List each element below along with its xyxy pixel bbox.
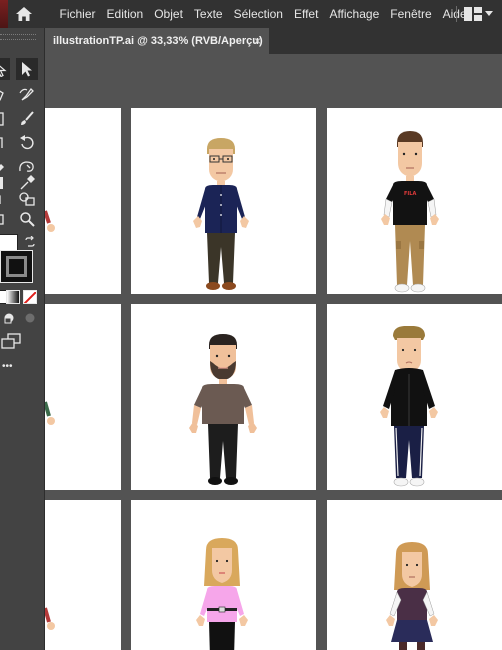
stroke-swatch-inner: [6, 256, 27, 277]
direct-selection-tool[interactable]: [0, 58, 10, 80]
pen-tool[interactable]: [0, 84, 8, 106]
artboard[interactable]: FILA: [327, 108, 502, 294]
document-tab[interactable]: illustrationTP.ai @ 33,33% (RVB/Aperçu) …: [45, 28, 269, 54]
rectangle-tool[interactable]: [0, 108, 8, 130]
more-tools-button[interactable]: •••: [2, 361, 13, 372]
rotate-tool[interactable]: [16, 132, 38, 154]
character-man-black-tshirt: FILA: [381, 131, 439, 293]
draw-normal-mode[interactable]: [0, 309, 20, 327]
tools-panel: •••: [0, 28, 45, 650]
paintbrush-icon: [21, 111, 34, 125]
character-woman-purple-top: [386, 542, 438, 650]
curvature-pen-icon: [19, 87, 34, 101]
draw-mode-icon: [4, 313, 14, 324]
menu-edition[interactable]: Edition: [101, 7, 149, 21]
artboard-tool[interactable]: [0, 208, 8, 230]
menu-fichier[interactable]: Fichier: [54, 7, 101, 21]
scale-tool[interactable]: [0, 132, 8, 154]
rectangle-icon: [0, 112, 4, 126]
direct-selection-icon: [0, 65, 7, 77]
screen-mode-button[interactable]: [0, 331, 24, 351]
partial-figure-arm: [45, 607, 55, 630]
zoom-tool[interactable]: [16, 208, 38, 230]
menu-divider: [456, 6, 457, 22]
canvas[interactable]: FILA: [45, 54, 502, 650]
artboard[interactable]: [327, 500, 502, 650]
menu-fenetre[interactable]: Fenêtre: [385, 7, 437, 21]
blend-icon: [0, 195, 1, 204]
document-tab-title: illustrationTP.ai @ 33,33% (RVB/Aperçu): [53, 35, 263, 47]
menu-affichage[interactable]: Affichage: [324, 7, 385, 21]
draw-inside-icon: [25, 313, 35, 323]
artboard[interactable]: [131, 500, 316, 650]
pen-icon: [0, 90, 4, 101]
curvature-tool[interactable]: [16, 84, 38, 106]
draw-inside-mode[interactable]: [20, 309, 40, 327]
app-logo: [0, 0, 8, 28]
stroke-swatch[interactable]: [0, 250, 33, 283]
selection-tool[interactable]: [16, 58, 38, 80]
panel-grip[interactable]: [0, 34, 36, 40]
menu-texte[interactable]: Texte: [188, 7, 228, 21]
home-button[interactable]: [13, 4, 35, 24]
close-tab-button[interactable]: ×: [254, 34, 261, 48]
partial-figure-arm: [45, 210, 55, 232]
paintbrush-tool[interactable]: [16, 108, 38, 130]
swap-arrows-icon: [25, 235, 35, 247]
none-slash-icon: [24, 291, 36, 303]
menu-objet[interactable]: Objet: [149, 7, 189, 21]
document-tab-bar: illustrationTP.ai @ 33,33% (RVB/Aperçu) …: [45, 28, 502, 54]
zoom-icon: [20, 212, 35, 227]
character-man-black-jacket: [380, 326, 438, 487]
menu-selection[interactable]: Sélection: [228, 7, 288, 21]
artboard[interactable]: [131, 304, 316, 490]
character-blond-man-glasses: [193, 138, 249, 290]
partial-figure-arm: [45, 401, 55, 425]
menu-items: Fichier Edition Objet Texte Sélection Ef…: [54, 0, 472, 28]
screen-mode-icon: [1, 333, 21, 349]
scale-icon: [0, 137, 3, 148]
gradient-mode-button[interactable]: [6, 290, 20, 304]
swap-colors-button[interactable]: [24, 235, 36, 247]
menu-effet[interactable]: Effet: [288, 7, 323, 21]
artboard[interactable]: [327, 304, 502, 490]
workspace-switcher-icon: [464, 7, 482, 21]
rotate-icon: [20, 135, 34, 150]
shape-builder-tool[interactable]: [16, 188, 38, 210]
artboard-icon: [0, 214, 4, 225]
chevron-down-icon: [485, 11, 493, 16]
shape-builder-icon: [19, 192, 35, 206]
workspace-switcher-button[interactable]: [464, 5, 498, 23]
menu-bar: Fichier Edition Objet Texte Sélection Ef…: [0, 0, 502, 28]
none-mode-button[interactable]: [23, 290, 37, 304]
svg-text:FILA: FILA: [404, 191, 416, 197]
character-woman-pink-top: [196, 538, 248, 650]
home-icon: [16, 7, 32, 21]
artboard[interactable]: [45, 304, 121, 490]
artboard[interactable]: [45, 500, 121, 650]
artboard[interactable]: [131, 108, 316, 294]
character-bearded-man: [189, 334, 257, 485]
selection-arrow-icon: [22, 62, 32, 77]
blend-tool[interactable]: [0, 188, 8, 210]
artboard[interactable]: [45, 108, 121, 294]
